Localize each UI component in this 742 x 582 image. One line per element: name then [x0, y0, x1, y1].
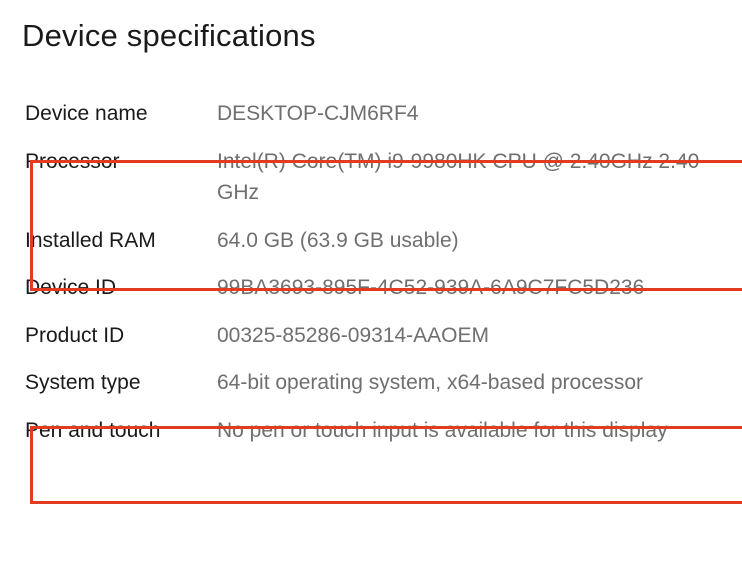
- spec-value-product-id: 00325-85286-09314-AAOEM: [217, 312, 720, 360]
- spec-row-device-name: Device name DESKTOP-CJM6RF4: [22, 90, 720, 138]
- spec-value-processor: Intel(R) Core(TM) i9-9980HK CPU @ 2.40GH…: [217, 138, 720, 217]
- spec-value-system-type: 64-bit operating system, x64-based proce…: [217, 359, 720, 407]
- spec-row-system-type: System type 64-bit operating system, x64…: [22, 359, 720, 407]
- spec-value-device-name: DESKTOP-CJM6RF4: [217, 90, 720, 138]
- spec-label-installed-ram: Installed RAM: [22, 217, 217, 265]
- spec-label-pen-touch: Pen and touch: [22, 407, 217, 455]
- spec-label-device-id: Device ID: [22, 264, 217, 312]
- spec-label-system-type: System type: [22, 359, 217, 407]
- spec-row-processor: Processor Intel(R) Core(TM) i9-9980HK CP…: [22, 138, 720, 217]
- spec-label-device-name: Device name: [22, 90, 217, 138]
- spec-value-installed-ram: 64.0 GB (63.9 GB usable): [217, 217, 720, 265]
- spec-row-product-id: Product ID 00325-85286-09314-AAOEM: [22, 312, 720, 360]
- spec-label-product-id: Product ID: [22, 312, 217, 360]
- spec-label-processor: Processor: [22, 138, 217, 217]
- spec-value-pen-touch: No pen or touch input is available for t…: [217, 407, 720, 455]
- spec-row-pen-touch: Pen and touch No pen or touch input is a…: [22, 407, 720, 455]
- device-specs-table: Device name DESKTOP-CJM6RF4 Processor In…: [22, 90, 720, 454]
- spec-row-device-id: Device ID 99BA3693-895F-4C52-939A-6A9C7F…: [22, 264, 720, 312]
- spec-row-installed-ram: Installed RAM 64.0 GB (63.9 GB usable): [22, 217, 720, 265]
- page-title: Device specifications: [22, 18, 720, 54]
- spec-value-device-id: 99BA3693-895F-4C52-939A-6A9C7FC5D236: [217, 264, 720, 312]
